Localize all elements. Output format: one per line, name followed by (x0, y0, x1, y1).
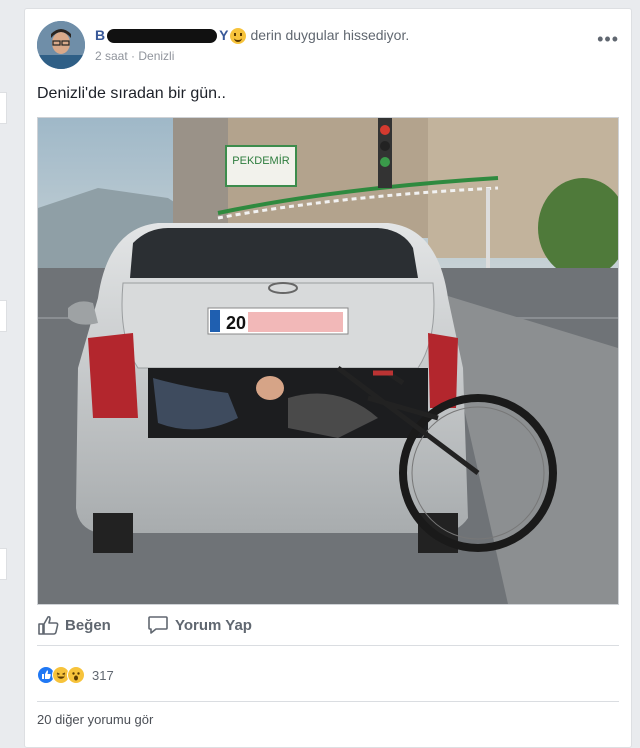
post-meta: 2 saat · Denizli (95, 49, 175, 63)
redaction-mark (107, 29, 218, 44)
sidebar-tab[interactable] (0, 300, 7, 332)
view-more-comments-link[interactable]: 20 diğer yorumu gör (37, 712, 153, 727)
post-photo[interactable]: PEKDEMİR 20 (37, 117, 619, 605)
store-sign-text: PEKDEMİR (232, 154, 290, 167)
post-title-line: B Y derin duygular hissediyor. (95, 27, 410, 45)
divider (37, 701, 619, 702)
thumbs-up-icon (38, 615, 59, 635)
post-location-link[interactable]: Denizli (138, 49, 174, 63)
post-text: Denizli'de sıradan bir gün.. (37, 85, 226, 102)
like-label: Beğen (65, 616, 111, 634)
comment-label: Yorum Yap (175, 616, 252, 634)
photo-scene: PEKDEMİR 20 (38, 118, 618, 604)
post-actions-bar: Beğen Yorum Yap (37, 609, 619, 646)
comment-icon (148, 616, 168, 634)
wow-reaction-icon (67, 666, 85, 684)
reactions-summary[interactable]: 317 (37, 665, 114, 685)
reaction-count: 317 (92, 667, 114, 683)
avatar[interactable] (37, 21, 85, 69)
post-card: B Y derin duygular hissediyor. 2 saat · De… (24, 8, 632, 748)
left-sidebar-edge (0, 0, 14, 746)
feeling-emoji-icon (230, 28, 247, 45)
post-time-link[interactable]: 2 saat (95, 49, 128, 63)
post-header: B Y derin duygular hissediyor. 2 saat · De… (37, 21, 619, 73)
more-options-icon[interactable]: ••• (597, 29, 619, 50)
license-plate-text: 20 (226, 313, 246, 333)
comment-button[interactable]: Yorum Yap (147, 615, 252, 635)
sidebar-tab[interactable] (0, 92, 7, 124)
feeling-text: derin duygular hissediyor. (250, 27, 410, 43)
like-button[interactable]: Beğen (37, 615, 111, 635)
sidebar-tab[interactable] (0, 548, 7, 580)
author-name-link[interactable]: BY (95, 27, 228, 44)
